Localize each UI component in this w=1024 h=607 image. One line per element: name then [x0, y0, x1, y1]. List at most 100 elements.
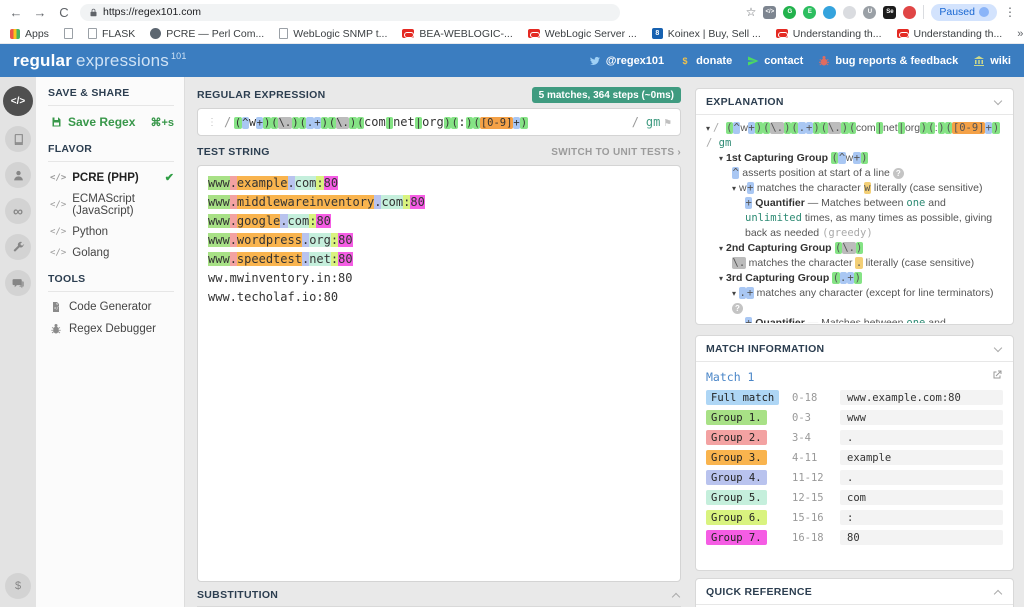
flags-flag-icon[interactable]: ⚑ [664, 116, 671, 129]
flavor-item[interactable]: </>Python [48, 226, 174, 238]
bookmark-star-icon[interactable]: ☆ [746, 5, 757, 19]
disabled-extension-icon[interactable] [843, 6, 856, 19]
match-group-highlight: com [288, 214, 310, 228]
quick-reference-panel: QUICK REFERENCE [695, 578, 1014, 607]
bookmark-item[interactable]: BEA-WEBLOGIC-... [402, 28, 512, 40]
regex-token: ) [992, 122, 999, 134]
match-count-badge: 5 matches, 364 steps (~0ms) [532, 87, 681, 103]
flavor-item[interactable]: </>ECMAScript (JavaScript) [48, 193, 174, 217]
regex-token: matches the character [746, 257, 856, 269]
help-icon[interactable]: ? [732, 303, 743, 314]
substitution-collapse-icon[interactable] [672, 592, 680, 600]
forward-button[interactable]: → [32, 5, 48, 20]
rail-wrench-icon[interactable] [5, 234, 31, 260]
rail-user-icon[interactable] [5, 162, 31, 188]
avatar-icon [150, 28, 161, 39]
header-link-bank[interactable]: wiki [973, 55, 1011, 67]
bookmark-item[interactable]: Apps [10, 28, 49, 40]
code-extension-icon[interactable]: </> [763, 6, 776, 19]
bookmark-label: Koinex | Buy, Sell ... [668, 28, 761, 40]
save-regex-button[interactable]: Save Regex ⌘+s [48, 115, 174, 129]
bookmark-item[interactable]: Understanding th... [897, 28, 1003, 40]
session-extension-icon[interactable]: Se [883, 6, 896, 19]
bookmarks-overflow-icon[interactable]: » [1017, 28, 1023, 40]
bookmark-item[interactable]: PCRE — Perl Com... [150, 28, 264, 40]
regex-token: . [840, 272, 847, 284]
match-info-collapse-icon[interactable] [994, 343, 1002, 351]
icon-rail: </> ∞ $ [0, 77, 36, 607]
doc-icon [279, 28, 288, 39]
header-link-plane[interactable]: contact [747, 55, 803, 67]
regex-token: ) [292, 117, 299, 129]
bookmark-item[interactable]: 8Koinex | Buy, Sell ... [652, 28, 761, 40]
explanation-line: ▾.+ matches any character (except for li… [706, 286, 1003, 316]
regex-flags[interactable]: gm [646, 115, 660, 129]
regex-token: net [883, 122, 898, 134]
regex-input[interactable]: ⋮ / (^w+)(\.)(.+)(\.)(com|net|org)(:)([0… [197, 108, 681, 136]
rail-link-icon[interactable]: ∞ [5, 198, 31, 224]
bookmark-item[interactable] [64, 28, 73, 39]
expand-arrow-icon[interactable]: ▾ [732, 289, 736, 298]
expand-arrow-icon[interactable]: ▾ [706, 124, 710, 133]
tool-item-codegen[interactable]: </>Code Generator [48, 301, 174, 313]
evernote-extension-icon[interactable]: E [803, 6, 816, 19]
regex-token: org [905, 122, 920, 134]
expand-arrow-icon[interactable]: ▾ [719, 274, 723, 283]
grammarly-extension-icon[interactable]: G [783, 6, 796, 19]
browser-toolbar: ← → C https://regex101.com ☆ </> GE U Se Pa… [0, 0, 1024, 24]
red-extension-icon[interactable] [903, 6, 916, 19]
reload-button[interactable]: C [56, 5, 72, 20]
tool-item-debugger[interactable]: Regex Debugger [48, 323, 174, 335]
export-matches-icon[interactable] [991, 368, 1003, 386]
regex-token: \. [842, 242, 856, 254]
site-logo[interactable]: regularexpressions101 [13, 51, 187, 71]
rail-code-icon[interactable]: </> [3, 86, 33, 116]
plain-text: www.techolaf.io:80 [208, 290, 338, 304]
rail-dollar-icon[interactable]: $ [5, 573, 31, 599]
regex-token: \. [278, 117, 292, 129]
regex-token: | [415, 117, 422, 129]
bookmark-item[interactable]: FLASK [88, 28, 135, 40]
bookmark-label: WebLogic Server ... [545, 28, 637, 40]
match-range: 11-12 [792, 472, 840, 484]
expand-arrow-icon[interactable]: ▾ [719, 154, 723, 163]
match-group-label: Group 2. [706, 430, 767, 445]
address-bar[interactable]: https://regex101.com [80, 4, 620, 21]
u-extension-icon[interactable]: U [863, 6, 876, 19]
flavor-item[interactable]: </>PCRE (PHP)✔ [48, 171, 174, 184]
bookmark-label: FLASK [102, 28, 135, 40]
bookmark-label: PCRE — Perl Com... [166, 28, 264, 40]
test-string-input[interactable]: www.example.com:80www.middlewareinventor… [197, 165, 681, 582]
paused-label: Paused [939, 6, 975, 18]
sidebar: SAVE & SHARE Save Regex ⌘+s FLAVOR </>PC… [36, 77, 185, 607]
regex-token: ) [755, 122, 762, 134]
bookmark-item[interactable]: WebLogic SNMP t... [279, 28, 387, 40]
match-info-row: Group 7.16-1880 [706, 530, 1003, 545]
rail-book-icon[interactable] [5, 126, 31, 152]
explanation-collapse-icon[interactable] [994, 96, 1002, 104]
oracle-icon [402, 29, 414, 38]
header-link-twitter[interactable]: @regex101 [589, 55, 664, 67]
match-1-label[interactable]: Match 1 [706, 370, 754, 384]
quick-reference-collapse-icon[interactable] [994, 589, 1002, 597]
bookmark-item[interactable]: WebLogic Server ... [528, 28, 637, 40]
header-link-dollar[interactable]: $donate [679, 55, 732, 67]
match-group-highlight: www [208, 214, 230, 228]
rail-chat-icon[interactable] [5, 270, 31, 296]
header-link-bug[interactable]: bug reports & feedback [818, 55, 958, 67]
expand-arrow-icon[interactable]: ▾ [719, 244, 723, 253]
switch-unit-tests-link[interactable]: SWITCH TO UNIT TESTS › [551, 147, 681, 158]
regex-token: | [386, 117, 393, 129]
browser-menu-icon[interactable]: ⋮ [1004, 5, 1016, 19]
flavor-item[interactable]: </>Golang [48, 247, 174, 259]
drag-handle-icon[interactable]: ⋮ [207, 117, 216, 128]
sync-paused-pill[interactable]: Paused [931, 4, 997, 21]
match-group-highlight: . [230, 214, 237, 228]
regex-expression: (^w+)(\.)(.+)(\.)(com|net|org)(:)([0-9]+… [234, 115, 527, 129]
expand-arrow-icon[interactable]: ▾ [732, 184, 736, 193]
help-icon[interactable]: ? [893, 168, 904, 179]
bookmark-item[interactable]: Understanding th... [776, 28, 882, 40]
blue-extension-icon[interactable] [823, 6, 836, 19]
regex-token: literally (case sensitive) [863, 257, 974, 269]
back-button[interactable]: ← [8, 5, 24, 20]
